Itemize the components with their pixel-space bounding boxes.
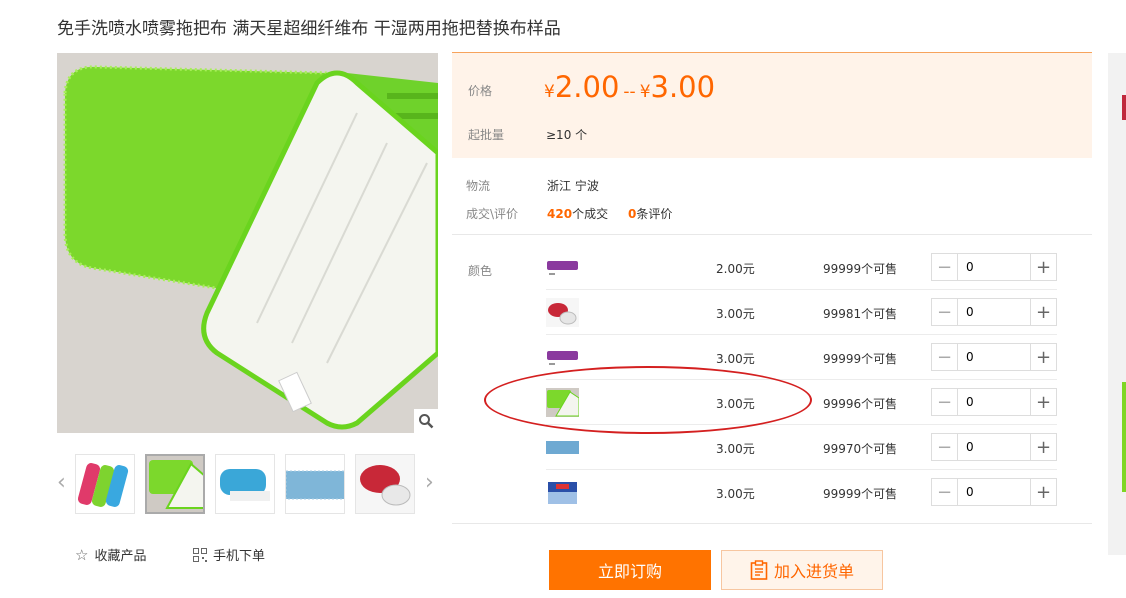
sku-swatch[interactable] [546, 478, 579, 507]
chevron-left-icon[interactable]: ‹ [57, 470, 66, 496]
thumb-multicolor [76, 455, 134, 513]
currency-symbol: ¥ [544, 82, 555, 102]
thumbnail[interactable] [215, 454, 275, 514]
chevron-right-icon[interactable]: › [425, 470, 434, 496]
mobile-order-label: 手机下单 [213, 549, 266, 564]
plus-icon[interactable]: + [1030, 254, 1056, 280]
side-thumb-fragment [1122, 95, 1126, 120]
quantity-input[interactable] [958, 344, 1028, 370]
sku-swatch[interactable] [546, 343, 579, 372]
sku-price: 3.00元 [716, 442, 755, 456]
favorite-button[interactable]: ☆ 收藏产品 [75, 545, 147, 565]
sku-stock: 99996个可售 [823, 397, 898, 411]
moq-value: ≥10 个 [546, 128, 588, 142]
mobile-order-button[interactable]: 手机下单 [193, 545, 265, 564]
quantity-input[interactable] [958, 254, 1028, 280]
plus-icon[interactable]: + [1030, 344, 1056, 370]
divider [452, 523, 1092, 524]
price-min: 2.00 [554, 70, 620, 104]
thumb-red [356, 455, 414, 513]
deals-suffix: 个成交 [572, 207, 609, 221]
minus-icon[interactable]: − [932, 434, 958, 460]
deals-label: 成交\评价 [466, 207, 519, 221]
highlight-annotation [484, 366, 812, 434]
moq-label: 起批量 [468, 128, 505, 142]
sku-row: 3.00元99981个可售−+ [546, 290, 1057, 335]
deals-count: 420 [547, 207, 573, 221]
reviews-suffix: 条评价 [636, 207, 673, 221]
quantity-stepper: −+ [931, 433, 1057, 461]
minus-icon[interactable]: − [932, 254, 958, 280]
currency-symbol: ¥ [639, 82, 651, 102]
plus-icon[interactable]: + [1030, 479, 1056, 505]
plus-icon[interactable]: + [1030, 389, 1056, 415]
sku-swatch[interactable] [546, 298, 579, 327]
sku-price: 2.00元 [716, 262, 755, 276]
price-label: 价格 [468, 84, 493, 98]
plus-icon[interactable]: + [1030, 434, 1056, 460]
sku-swatch-image [546, 298, 579, 327]
quantity-stepper: −+ [931, 343, 1057, 371]
order-now-button[interactable]: 立即订购 [549, 550, 711, 590]
sku-swatch-image [546, 478, 579, 507]
divider [452, 234, 1092, 235]
price-separator: -- [623, 82, 636, 102]
logistics-value: 浙江 宁波 [547, 179, 599, 193]
quantity-input[interactable] [958, 434, 1028, 460]
thumbnail[interactable] [285, 454, 345, 514]
minus-icon[interactable]: − [932, 344, 958, 370]
thumbnail-strip: ‹ › [57, 452, 438, 516]
sku-stock: 99999个可售 [823, 262, 898, 276]
plus-icon[interactable]: + [1030, 299, 1056, 325]
quantity-input[interactable] [958, 299, 1028, 325]
thumb-blue [216, 455, 274, 513]
sku-stock: 99999个可售 [823, 487, 898, 501]
sku-swatch[interactable] [546, 253, 579, 282]
thumb-chenille [286, 455, 344, 513]
sku-stock: 99999个可售 [823, 352, 898, 366]
main-product-image[interactable] [57, 53, 438, 433]
favorite-label: 收藏产品 [94, 549, 147, 564]
quantity-stepper: −+ [931, 298, 1057, 326]
quantity-stepper: −+ [931, 388, 1057, 416]
thumbnail[interactable] [355, 454, 415, 514]
sku-swatch[interactable] [546, 433, 579, 462]
magnifier-icon [419, 414, 434, 429]
thumbnail[interactable] [75, 454, 135, 514]
sku-price: 3.00元 [716, 487, 755, 501]
product-title: 免手洗喷水喷雾拖把布 满天星超细纤维布 干湿两用拖把替换布样品 [57, 19, 561, 39]
price-max: 3.00 [650, 70, 716, 104]
sku-stock: 99970个可售 [823, 442, 898, 456]
add-to-cart-label: 加入进货单 [773, 562, 854, 581]
price-range: ¥2.00 -- ¥3.00 [544, 70, 715, 104]
quantity-input[interactable] [958, 479, 1028, 505]
sku-price: 3.00元 [716, 352, 755, 366]
minus-icon[interactable]: − [932, 479, 958, 505]
sku-stock: 99981个可售 [823, 307, 898, 321]
zoom-button[interactable] [414, 409, 438, 433]
clipboard-icon [750, 560, 768, 580]
color-label: 颜色 [468, 264, 493, 278]
qr-code-icon [193, 547, 207, 562]
sku-swatch-image [546, 253, 579, 282]
logistics-label: 物流 [466, 179, 491, 193]
side-thumb-fragment [1122, 382, 1126, 492]
deals-value[interactable]: 420个成交 [547, 205, 608, 222]
thumbnail-active[interactable] [145, 454, 205, 514]
sku-row: 3.00元99999个可售−+ [546, 470, 1057, 515]
quantity-stepper: −+ [931, 253, 1057, 281]
mop-pad-photo [57, 53, 438, 433]
star-icon: ☆ [75, 545, 89, 564]
quantity-input[interactable] [958, 389, 1028, 415]
sku-price: 3.00元 [716, 307, 755, 321]
thumb-green [147, 456, 203, 512]
quantity-stepper: −+ [931, 478, 1057, 506]
sku-swatch-image [546, 343, 579, 372]
minus-icon[interactable]: − [932, 389, 958, 415]
minus-icon[interactable]: − [932, 299, 958, 325]
sku-row: 2.00元99999个可售−+ [546, 245, 1057, 290]
add-to-cart-button[interactable]: 加入进货单 [721, 550, 883, 590]
sku-swatch-image [546, 433, 579, 462]
reviews-value[interactable]: 0条评价 [628, 205, 672, 222]
